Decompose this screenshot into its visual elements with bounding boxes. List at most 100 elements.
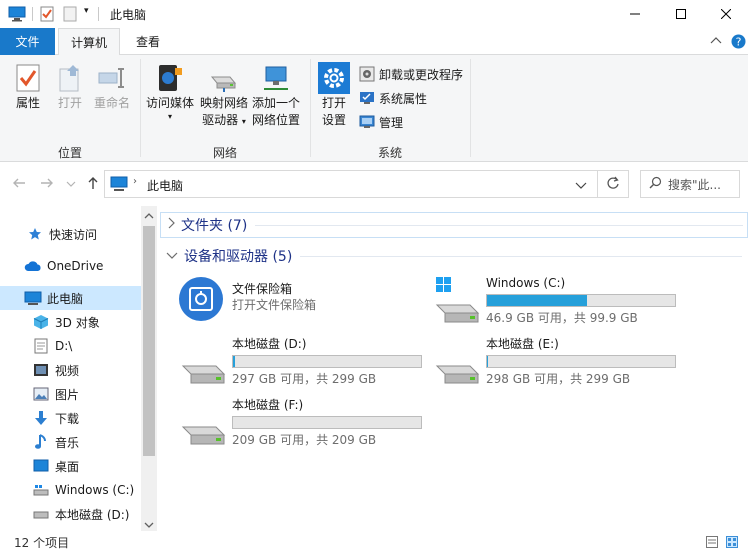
nav-item-quick-access[interactable]: 快速访问 bbox=[0, 222, 141, 246]
nav-item-desktop[interactable]: 桌面 bbox=[0, 454, 141, 478]
file-vault-item[interactable]: 文件保险箱 打开文件保险箱 bbox=[178, 276, 418, 326]
scrollbar-thumb[interactable] bbox=[143, 226, 155, 456]
add-location-label-1: 添加一个 bbox=[251, 96, 300, 110]
address-bar[interactable]: › 此电脑 bbox=[104, 170, 598, 198]
close-button[interactable] bbox=[704, 0, 748, 28]
address-dropdown-icon[interactable] bbox=[575, 179, 587, 193]
drive-icon bbox=[434, 336, 482, 386]
drive-c-info: 46.9 GB 可用，共 99.9 GB bbox=[486, 311, 638, 325]
back-arrow-icon[interactable] bbox=[12, 176, 26, 193]
up-arrow-icon[interactable] bbox=[86, 176, 100, 193]
nav-item-drive-d[interactable]: 本地磁盘 (D:) bbox=[0, 502, 141, 526]
details-view-icon[interactable] bbox=[706, 536, 718, 551]
nav-item-music[interactable]: 音乐 bbox=[0, 430, 141, 454]
open-settings-label-2: 设置 bbox=[321, 113, 346, 127]
new-folder-icon[interactable] bbox=[63, 6, 77, 25]
title-bar: ▾ 此电脑 bbox=[0, 0, 748, 28]
nav-item-downloads[interactable]: 下载 bbox=[0, 406, 141, 430]
drive-c-name: Windows (C:) bbox=[486, 276, 566, 290]
rename-button[interactable]: 重命名 bbox=[92, 61, 132, 112]
help-icon[interactable]: ? bbox=[731, 34, 746, 52]
manage-button[interactable]: 管理 bbox=[358, 111, 403, 133]
refresh-button[interactable] bbox=[597, 170, 629, 198]
drive-f-name: 本地磁盘 (F:) bbox=[232, 398, 304, 412]
devices-section-header[interactable]: 设备和驱动器 (5) bbox=[166, 244, 742, 268]
open-settings-label-1: 打开 bbox=[321, 96, 346, 110]
video-icon bbox=[32, 361, 50, 379]
tab-computer[interactable]: 计算机 bbox=[58, 28, 120, 56]
open-label: 打开 bbox=[57, 96, 82, 110]
properties-icon[interactable] bbox=[40, 6, 54, 25]
nav-item-this-pc[interactable]: 此电脑 bbox=[0, 286, 141, 310]
maximize-button[interactable] bbox=[658, 0, 704, 28]
recent-locations-icon[interactable] bbox=[66, 178, 76, 192]
uninstall-label: 卸载或更改程序 bbox=[379, 67, 464, 82]
chevron-down-icon bbox=[166, 248, 178, 264]
drive-f-item[interactable]: 本地磁盘 (F:) 209 GB 可用，共 209 GB bbox=[180, 397, 430, 453]
open-settings-button[interactable]: 打开 设置 bbox=[316, 61, 352, 129]
breadcrumb-chevron-icon: › bbox=[133, 176, 137, 187]
scroll-down-icon[interactable] bbox=[144, 518, 154, 532]
nav-item-3d-objects[interactable]: 3D 对象 bbox=[0, 310, 141, 334]
content-pane: 文件夹 (7) 设备和驱动器 (5) 文件保险箱 打开文件保险箱 Windows… bbox=[160, 206, 748, 531]
drive-e-usage-fill bbox=[487, 356, 488, 367]
computer-icon bbox=[24, 289, 42, 307]
nav-item-videos[interactable]: 视频 bbox=[0, 358, 141, 382]
forward-arrow-icon[interactable] bbox=[40, 176, 54, 193]
desktop-icon bbox=[32, 457, 50, 475]
qat-dropdown-icon[interactable]: ▾ bbox=[84, 6, 89, 16]
drive-f-info: 209 GB 可用，共 209 GB bbox=[232, 433, 377, 447]
search-input[interactable]: 搜索"此... bbox=[640, 170, 740, 198]
drive-e-item[interactable]: 本地磁盘 (E:) 298 GB 可用，共 299 GB bbox=[434, 336, 734, 392]
drive-d-usage-bar bbox=[232, 355, 422, 368]
drive-e-usage-bar bbox=[486, 355, 676, 368]
drive-d-usage-fill bbox=[233, 356, 235, 367]
tiles-view-icon[interactable] bbox=[726, 536, 738, 551]
open-button[interactable]: 打开 bbox=[53, 61, 87, 112]
access-media-button[interactable]: 访问媒体 ▾ bbox=[144, 61, 196, 122]
system-properties-label: 系统属性 bbox=[379, 91, 428, 106]
separator bbox=[32, 7, 33, 21]
nav-item-d-folder[interactable]: D:\ bbox=[0, 334, 141, 358]
vault-name: 文件保险箱 bbox=[232, 282, 293, 296]
minimize-button[interactable] bbox=[612, 0, 658, 28]
drive-c-item[interactable]: Windows (C:) 46.9 GB 可用，共 99.9 GB bbox=[434, 275, 734, 331]
item-count: 12 个项目 bbox=[14, 535, 70, 550]
drive-d-item[interactable]: 本地磁盘 (D:) 297 GB 可用，共 299 GB bbox=[180, 336, 430, 392]
navigation-pane: 快速访问 OneDrive 此电脑 3D 对象 D:\ 视频 图片 下载 音乐 … bbox=[0, 206, 157, 531]
group-separator bbox=[310, 59, 311, 157]
drive-d-info: 297 GB 可用，共 299 GB bbox=[232, 372, 377, 386]
settings-gear-icon bbox=[318, 61, 350, 95]
drive-c-usage-fill bbox=[487, 295, 587, 306]
nav-scrollbar[interactable] bbox=[141, 206, 157, 531]
svg-text:?: ? bbox=[736, 36, 742, 49]
drive-e-info: 298 GB 可用，共 299 GB bbox=[486, 372, 631, 386]
cloud-icon bbox=[24, 257, 42, 275]
map-network-drive-button[interactable]: 映射网络 驱动器 ▾ bbox=[198, 61, 250, 130]
group-label-network: 网络 bbox=[212, 146, 237, 160]
section-rule bbox=[300, 255, 742, 257]
open-icon bbox=[54, 61, 86, 95]
scroll-up-icon[interactable] bbox=[144, 209, 154, 223]
nav-item-drive-c[interactable]: Windows (C:) bbox=[0, 478, 141, 502]
system-properties-button[interactable]: 系统属性 bbox=[358, 87, 427, 109]
breadcrumb[interactable]: 此电脑 bbox=[147, 177, 183, 194]
tab-file[interactable]: 文件 bbox=[0, 28, 55, 55]
computer-icon bbox=[110, 176, 128, 195]
drive-icon bbox=[180, 336, 228, 386]
nav-item-pictures[interactable]: 图片 bbox=[0, 382, 141, 406]
manage-icon bbox=[358, 113, 376, 131]
nav-item-onedrive[interactable]: OneDrive bbox=[0, 254, 141, 278]
collapse-ribbon-icon[interactable] bbox=[710, 35, 722, 49]
rename-icon bbox=[96, 61, 128, 95]
ribbon: 属性 打开 重命名 位置 访问媒体 ▾ 映射网络 驱动器 ▾ 添加一个 网络位置 bbox=[0, 55, 748, 162]
add-network-location-button[interactable]: 添加一个 网络位置 bbox=[250, 61, 302, 129]
drive-f-usage-bar bbox=[232, 416, 422, 429]
download-icon bbox=[32, 409, 50, 427]
folders-section-header[interactable]: 文件夹 (7) bbox=[160, 212, 748, 238]
tab-view[interactable]: 查看 bbox=[126, 28, 170, 55]
properties-button[interactable]: 属性 bbox=[10, 61, 46, 112]
uninstall-program-button[interactable]: 卸载或更改程序 bbox=[358, 63, 463, 85]
window-title: 此电脑 bbox=[110, 8, 147, 22]
group-label-location: 位置 bbox=[57, 146, 82, 160]
